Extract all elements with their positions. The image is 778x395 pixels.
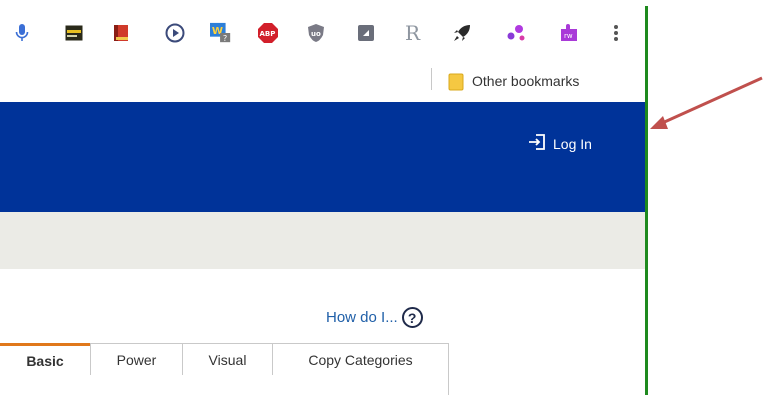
- annotation-arrow-icon: [650, 76, 763, 129]
